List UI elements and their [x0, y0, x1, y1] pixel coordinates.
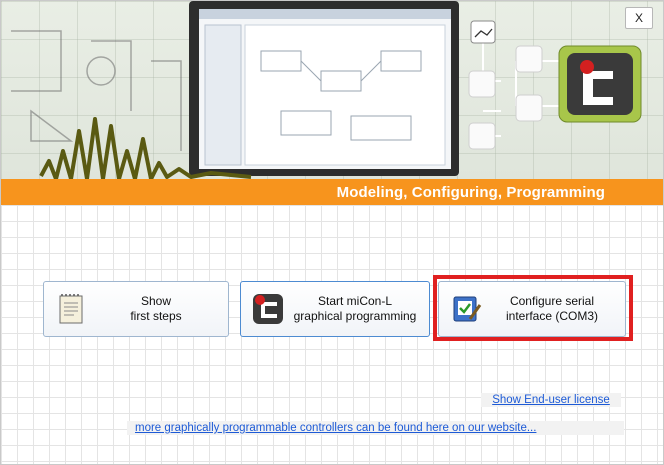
notepad-icon — [54, 292, 88, 326]
button-label: Start miCon-L graphical programming — [293, 294, 417, 323]
banner-tagline: Modeling, Configuring, Programming — [336, 184, 605, 201]
show-first-steps-button[interactable]: Show first steps — [43, 281, 229, 337]
website-link[interactable]: more graphically programmable controller… — [127, 421, 624, 435]
launcher-window: X Modeling, Configuring, Programming Sho… — [0, 0, 664, 465]
selection-highlight — [433, 275, 633, 341]
end-user-license-link[interactable]: Show End-user license — [481, 393, 621, 407]
start-micon-l-button[interactable]: Start miCon-L graphical programming — [240, 281, 430, 337]
header-banner — [1, 1, 663, 179]
micon-logo-icon — [251, 292, 285, 326]
button-label: Show first steps — [130, 294, 182, 323]
banner-illustration — [11, 1, 642, 179]
close-button[interactable]: X — [625, 7, 653, 29]
